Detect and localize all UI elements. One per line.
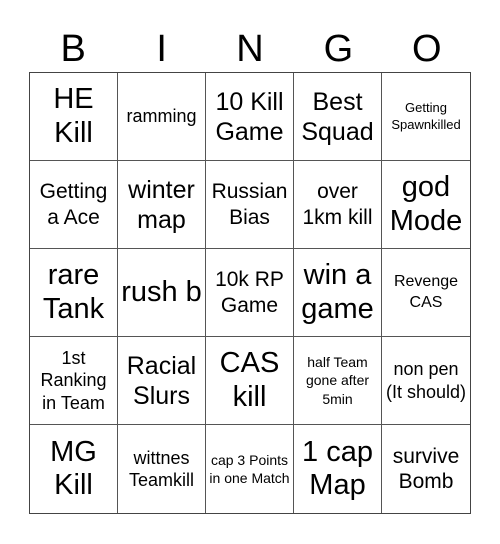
bingo-cell[interactable]: 10 Kill Game [206, 73, 294, 161]
bingo-cell[interactable]: non pen (It should) [382, 337, 470, 425]
header-letter-b: B [60, 28, 86, 70]
bingo-cell[interactable]: 10k RP Game [206, 249, 294, 337]
bingo-cell[interactable]: cap 3 Points in one Match [206, 425, 294, 513]
bingo-cell[interactable]: Russian Bias [206, 161, 294, 249]
bingo-cell[interactable]: rush b [118, 249, 206, 337]
bingo-cell[interactable]: Racial Slurs [118, 337, 206, 425]
bingo-cell[interactable]: half Team gone after 5min [294, 337, 382, 425]
header-letter-n: N [236, 28, 264, 70]
bingo-cell[interactable]: Best Squad [294, 73, 382, 161]
bingo-cell[interactable]: wittnes Teamkill [118, 425, 206, 513]
bingo-cell[interactable]: CAS kill [206, 337, 294, 425]
bingo-cell[interactable]: god Mode [382, 161, 470, 249]
bingo-cell[interactable]: 1st Ranking in Team [30, 337, 118, 425]
bingo-cell[interactable]: MG Kill [30, 425, 118, 513]
bingo-header: B I N G O [29, 26, 471, 72]
bingo-cell[interactable]: Getting a Ace [30, 161, 118, 249]
bingo-cell[interactable]: rare Tank [30, 249, 118, 337]
bingo-cell[interactable]: survive Bomb [382, 425, 470, 513]
bingo-cell[interactable]: 1 cap Map [294, 425, 382, 513]
bingo-cell[interactable]: Getting Spawnkilled [382, 73, 470, 161]
bingo-card-grid: HE Kill ramming 10 Kill Game Best Squad … [29, 72, 471, 514]
bingo-cell[interactable]: HE Kill [30, 73, 118, 161]
header-letter-o: O [412, 28, 442, 70]
bingo-cell[interactable]: over 1km kill [294, 161, 382, 249]
bingo-cell[interactable]: Revenge CAS [382, 249, 470, 337]
bingo-cell[interactable]: win a game [294, 249, 382, 337]
header-letter-g: G [323, 28, 354, 70]
header-letter-i: I [156, 28, 167, 70]
bingo-cell[interactable]: winter map [118, 161, 206, 249]
bingo-cell[interactable]: ramming [118, 73, 206, 161]
